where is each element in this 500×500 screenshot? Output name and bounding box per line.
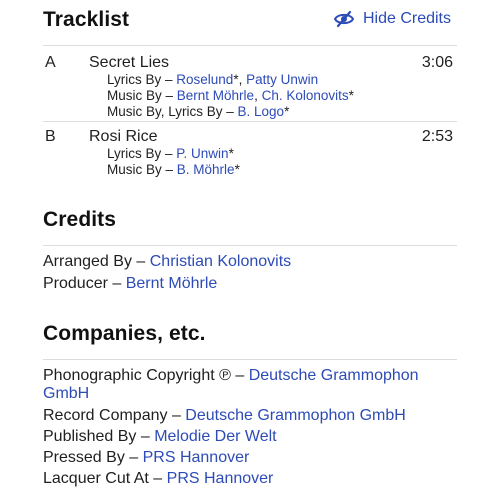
hide-credits-button[interactable]: Hide Credits <box>333 10 451 28</box>
companies-divider <box>43 359 457 360</box>
company-item: Phonographic Copyright ℗ – Deutsche Gram… <box>43 367 457 403</box>
hide-credits-label: Hide Credits <box>362 10 451 27</box>
credit-suffix: * <box>234 162 240 177</box>
credit-item: Arranged By – Christian Kolonovits <box>43 253 291 271</box>
company-role: Lacquer Cut At <box>43 470 149 487</box>
track-title: Rosi Rice <box>89 128 158 145</box>
tracklist-title: Tracklist <box>43 8 130 31</box>
company-item: Lacquer Cut At – PRS Hannover <box>43 470 273 488</box>
track-position: B <box>45 128 56 145</box>
credit-role: Producer <box>43 275 108 292</box>
credit-artist-link[interactable]: Patty Unwin <box>246 72 318 87</box>
credit-separator: – <box>107 275 126 292</box>
track-divider <box>43 121 457 122</box>
track-duration: 2:53 <box>421 128 453 145</box>
track-title: Secret Lies <box>89 54 170 71</box>
credit-role: Lyrics By <box>107 72 162 87</box>
companies-section: Companies, etc. Phonographic Copyright ℗… <box>43 322 457 497</box>
track-credit-line: Music By – Bernt Möhrle, Ch. Kolonovits* <box>107 88 354 103</box>
credit-separator: – <box>161 146 177 161</box>
credit-separator: – <box>222 104 238 119</box>
company-link[interactable]: PRS Hannover <box>143 449 250 466</box>
tracklist-divider <box>43 45 457 46</box>
credit-separator: – <box>131 253 150 270</box>
track-credit-line: Lyrics By – Roselund*, Patty Unwin <box>107 72 319 87</box>
credit-role: Music By, Lyrics By <box>107 104 223 119</box>
credit-artist-link[interactable]: B. Logo <box>238 104 285 119</box>
company-separator: – <box>136 428 155 445</box>
credit-artist-link[interactable]: Bernt Möhrle <box>177 88 254 103</box>
track-credit-line: Music By, Lyrics By – B. Logo* <box>107 104 289 119</box>
credits-header: Credits <box>43 208 457 232</box>
companies-header: Companies, etc. <box>43 322 457 346</box>
credit-separator: – <box>161 88 177 103</box>
credit-suffix: * <box>233 72 239 87</box>
company-separator: – <box>124 449 143 466</box>
credit-role: Music By <box>107 162 162 177</box>
credit-suffix: * <box>284 104 290 119</box>
track-credit-line: Music By – B. Möhrle* <box>107 162 240 177</box>
track-credit-line: Lyrics By – P. Unwin* <box>107 146 234 161</box>
companies-title: Companies, etc. <box>43 322 206 345</box>
credit-role: Arranged By <box>43 253 132 270</box>
credit-role: Music By <box>107 88 162 103</box>
company-role: Phonographic Copyright ℗ <box>43 367 231 384</box>
track-position: A <box>45 54 56 71</box>
company-role: Pressed By <box>43 449 125 466</box>
company-link[interactable]: PRS Hannover <box>167 470 274 487</box>
credit-artist-link[interactable]: Ch. Kolonovits <box>262 88 349 103</box>
credit-artist-link[interactable]: B. Möhrle <box>177 162 235 177</box>
credit-artist-link[interactable]: Christian Kolonovits <box>150 253 291 270</box>
credit-item: Producer – Bernt Möhrle <box>43 275 217 293</box>
credit-suffix: * <box>228 146 234 161</box>
company-role: Record Company <box>43 407 168 424</box>
credit-suffix: * <box>348 88 354 103</box>
credit-separator: – <box>161 72 177 87</box>
credit-separator: – <box>161 162 177 177</box>
credits-title: Credits <box>43 208 117 231</box>
credits-divider <box>43 245 457 246</box>
company-link[interactable]: Melodie Der Welt <box>154 428 276 445</box>
track-duration: 3:06 <box>421 54 453 71</box>
credits-section: Credits Arranged By – Christian Kolonovi… <box>43 208 457 308</box>
credit-artist-link[interactable]: Bernt Möhrle <box>126 275 218 292</box>
tracklist-section: Tracklist Hide Credits A Secret Lies 3:0… <box>43 8 457 190</box>
company-item: Published By – Melodie Der Welt <box>43 428 277 446</box>
company-separator: – <box>230 367 249 384</box>
eye-slash-icon <box>333 10 355 28</box>
credit-artist-link[interactable]: Roselund <box>176 72 233 87</box>
company-item: Pressed By – PRS Hannover <box>43 449 249 467</box>
credit-artist-link[interactable]: P. Unwin <box>176 146 228 161</box>
company-link[interactable]: Deutsche Grammophon GmbH <box>185 407 406 424</box>
company-role: Published By <box>43 428 137 445</box>
tracklist-header: Tracklist Hide Credits <box>43 8 457 32</box>
company-separator: – <box>148 470 167 487</box>
company-item: Record Company – Deutsche Grammophon Gmb… <box>43 407 406 425</box>
company-separator: – <box>167 407 186 424</box>
credit-role: Lyrics By <box>107 146 162 161</box>
